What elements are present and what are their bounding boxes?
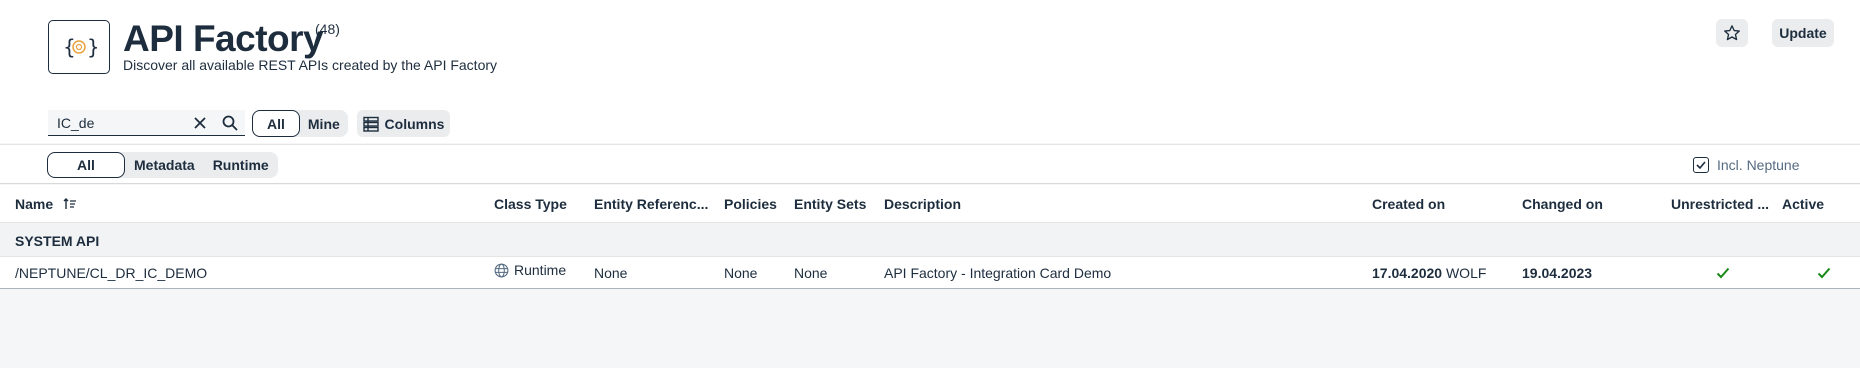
column-header-policies[interactable]: Policies <box>724 196 777 212</box>
favorite-button[interactable] <box>1716 19 1748 47</box>
unrestricted-check-icon <box>1716 266 1730 282</box>
svg-text:{: { <box>63 35 76 59</box>
incl-neptune-checkbox[interactable] <box>1693 157 1709 173</box>
cell-created-on: 17.04.2020 WOLF <box>1372 265 1486 281</box>
table-header: Name Class Type Entity Referenc... Polic… <box>0 185 1860 223</box>
search-icon[interactable] <box>220 113 240 133</box>
page-subtitle: Discover all available REST APIs created… <box>123 57 498 73</box>
search-value[interactable]: IC_de <box>57 115 94 131</box>
sort-ascending-icon <box>63 198 77 209</box>
cell-entity-references: None <box>594 265 628 281</box>
empty-area <box>0 291 1860 368</box>
cell-policies: None <box>724 265 758 281</box>
type-metadata-button[interactable]: Metadata <box>125 152 204 178</box>
group-label: SYSTEM API <box>15 233 100 249</box>
column-header-description[interactable]: Description <box>884 196 961 212</box>
group-header-row[interactable]: SYSTEM API <box>0 223 1860 257</box>
column-header-name[interactable]: Name <box>15 196 77 212</box>
search-input[interactable]: IC_de <box>48 110 245 136</box>
columns-icon <box>362 116 379 132</box>
table-row[interactable]: /NEPTUNE/CL_DR_IC_DEMO Runtime None None… <box>0 257 1860 289</box>
api-factory-logo: { } <box>48 20 110 74</box>
cell-description: API Factory - Integration Card Demo <box>884 265 1112 281</box>
created-date: 17.04.2020 <box>1372 265 1443 281</box>
column-header-unrestricted[interactable]: Unrestricted ... <box>1671 196 1769 212</box>
checkmark-icon <box>1696 161 1706 170</box>
star-icon <box>1724 25 1740 41</box>
clear-icon[interactable] <box>191 114 209 132</box>
update-button[interactable]: Update <box>1772 19 1834 47</box>
column-header-entity-references[interactable]: Entity Referenc... <box>594 196 708 212</box>
created-by: WOLF <box>1445 265 1487 281</box>
column-header-active[interactable]: Active <box>1782 196 1824 212</box>
column-header-created-on[interactable]: Created on <box>1372 196 1445 212</box>
api-count: (48) <box>315 21 340 37</box>
incl-neptune-toggle[interactable]: Incl. Neptune <box>1693 157 1800 173</box>
globe-icon <box>494 263 509 277</box>
cell-changed-on: 19.04.2023 <box>1522 265 1593 281</box>
type-runtime-button[interactable]: Runtime <box>204 152 278 178</box>
column-header-entity-sets[interactable]: Entity Sets <box>794 196 866 212</box>
active-check-icon <box>1817 266 1831 282</box>
cell-name: /NEPTUNE/CL_DR_IC_DEMO <box>15 265 208 281</box>
incl-neptune-label: Incl. Neptune <box>1717 157 1800 173</box>
api-table: Name Class Type Entity Referenc... Polic… <box>0 185 1860 289</box>
filter-all-button[interactable]: All <box>252 110 300 137</box>
cell-class-type: Runtime <box>494 262 566 278</box>
column-header-class-type[interactable]: Class Type <box>494 196 567 212</box>
cell-entity-sets: None <box>794 265 828 281</box>
type-filter: All Metadata Runtime <box>47 152 278 178</box>
columns-label: Columns <box>384 115 445 132</box>
braces-icon: { } <box>63 35 97 59</box>
svg-text:}: } <box>87 35 97 59</box>
columns-button[interactable]: Columns <box>357 110 450 137</box>
page-header: { } API Factory (48) Discover all availa… <box>0 0 1860 143</box>
page-title: API Factory <box>123 18 324 59</box>
table-toolbar: All Metadata Runtime Incl. Neptune <box>0 144 1860 184</box>
type-all-button[interactable]: All <box>47 152 125 178</box>
filter-mine-button[interactable]: Mine <box>300 110 348 137</box>
owner-filter: All Mine <box>252 110 348 137</box>
column-header-changed-on[interactable]: Changed on <box>1522 196 1603 212</box>
